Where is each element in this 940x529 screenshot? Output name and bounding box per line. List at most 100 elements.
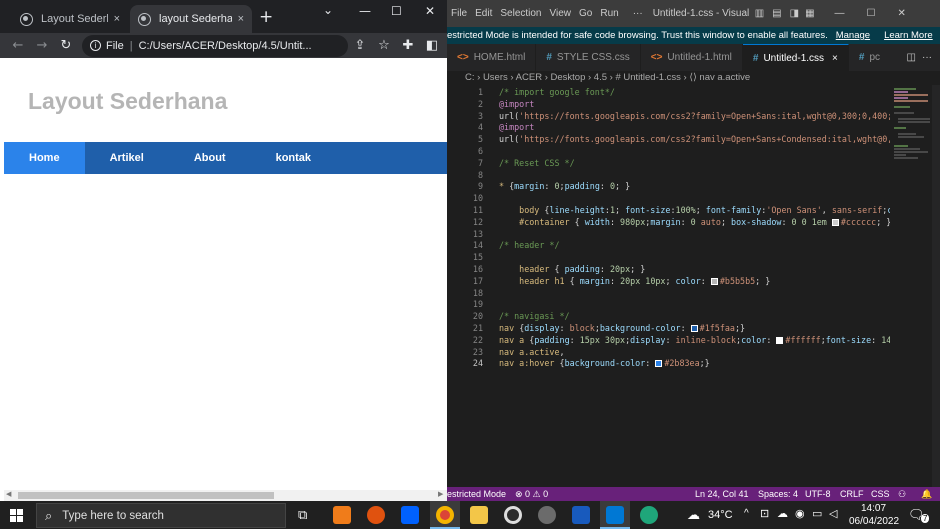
code-line[interactable]: 15 [447,252,892,264]
site-info-icon[interactable]: i [90,40,101,51]
menu-file[interactable]: File [451,8,467,19]
reload-button[interactable]: ↻ [54,38,78,53]
tab-search-icon[interactable]: ⌄ [323,3,333,17]
address-bar[interactable]: i File | C:/Users/ACER/Desktop/4.5/Untit… [82,34,348,57]
task-view-icon[interactable]: ⧉ [298,507,307,523]
horizontal-scrollbar[interactable]: ◀ ▶ [4,490,447,501]
code-line[interactable]: 3 url('https://fonts.googleapis.com/css2?… [447,111,902,123]
problems-indicator[interactable]: ⊗ 0 ⚠ 0 [515,487,548,501]
editor-tab-untitled-html[interactable]: <> Untitled-1.html [641,44,743,71]
share-icon[interactable]: ⇪ [348,38,372,53]
clock-date[interactable]: 06/04/2022 [849,516,899,527]
code-line[interactable]: 24 nav a:hover {background-color: #2b83ea… [447,358,892,370]
weather-temperature[interactable]: 34°C [708,509,733,521]
tray-app-icon[interactable]: ⊡ [760,507,769,520]
code-line[interactable]: 4 @import [447,122,892,134]
word-icon[interactable] [572,506,590,524]
editor-tab-pc[interactable]: # pc [849,44,890,71]
clock-time[interactable]: 14:07 [861,503,886,514]
code-text[interactable]: /* Reset CSS */ [499,158,575,170]
weather-cloud-icon[interactable]: ☁ [687,507,700,523]
split-editor-icon[interactable]: ◫ [907,44,916,71]
tab-close-icon[interactable]: × [114,13,120,25]
chrome-tab-1[interactable]: Layout Sederhana × [12,5,128,33]
code-text[interactable]: header { padding: 20px; } [499,264,645,276]
code-text[interactable]: /* header */ [499,240,560,252]
minimize-button[interactable]: — [359,4,371,18]
vscode-icon[interactable] [606,506,624,524]
encoding-indicator[interactable]: UTF-8 [805,487,831,501]
language-mode[interactable]: CSS [871,487,890,501]
menu-more[interactable]: ··· [633,8,643,19]
menu-view[interactable]: View [550,8,572,19]
volume-icon[interactable]: ◁ [829,507,837,520]
code-text[interactable]: @import [499,99,534,111]
code-line[interactable]: 2 @import [447,99,892,111]
maximize-button[interactable]: ☐ [391,4,402,18]
code-line[interactable]: 12 #container { width: 980px;margin: 0 a… [447,217,892,229]
indentation-indicator[interactable]: Spaces: 4 [758,487,798,501]
editor-tab-home-html[interactable]: <> HOME.html [447,44,537,71]
code-text[interactable]: header h1 { margin: 20px 10px; color: #b… [499,276,770,288]
nav-link-artikel[interactable]: Artikel [85,142,169,174]
code-line[interactable]: 5 url('https://fonts.googleapis.com/css2?… [447,134,902,146]
manage-link[interactable]: Manage [836,30,870,41]
nav-link-home[interactable]: Home [4,142,85,174]
code-line[interactable]: 8 [447,170,892,182]
editor-tab-untitled-css[interactable]: # Untitled-1.css × [742,44,849,71]
menu-run[interactable]: Run [600,8,618,19]
breadcrumb[interactable]: C: › Users › ACER › Desktop › 4.5 › # Un… [447,71,940,85]
code-line[interactable]: 11 body {line-height:1; font-size:100%; … [447,205,903,217]
extensions-puzzle-icon[interactable]: ✚ [396,38,420,53]
bookmark-star-icon[interactable]: ☆ [372,38,396,53]
code-line[interactable]: 13 [447,229,892,241]
code-text[interactable]: nav a {padding: 15px 30px;display: inlin… [499,335,901,347]
back-button[interactable]: ← [6,38,30,53]
feedback-icon[interactable]: ⚇ [898,487,906,501]
code-line[interactable]: 18 [447,288,892,300]
battery-icon[interactable]: ▭ [812,507,822,520]
code-text[interactable]: /* navigasi */ [499,311,570,323]
code-text[interactable]: url('https://fonts.googleapis.com/css2?f… [499,111,902,123]
code-text[interactable]: url('https://fonts.googleapis.com/css2?f… [499,134,902,146]
more-actions-icon[interactable]: ··· [922,44,932,71]
tray-overflow-icon[interactable]: ^ [744,508,749,519]
editor-tab-style-css[interactable]: # STYLE CSS.css [536,44,641,71]
notifications-bell-icon[interactable]: 🔔 [921,487,932,501]
code-line[interactable]: 7 /* Reset CSS */ [447,158,892,170]
nav-link-about[interactable]: About [169,142,251,174]
menu-edit[interactable]: Edit [475,8,492,19]
code-text[interactable]: nav a:hover {background-color: #2b83ea;} [499,358,710,370]
chrome-icon[interactable] [436,506,454,524]
code-line[interactable]: 9 * {margin: 0;padding: 0; } [447,181,892,193]
scroll-left-icon[interactable]: ◀ [6,490,11,498]
close-button[interactable]: ✕ [425,4,435,18]
obs-icon[interactable] [504,506,522,524]
code-line[interactable]: 21 nav {display: block;background-color: … [447,323,892,335]
layout-secondary-icon[interactable]: ◨ [790,8,799,19]
layout-sidebar-icon[interactable]: ▥ [755,8,764,19]
close-button[interactable]: ✕ [897,8,905,19]
minimap[interactable] [890,85,932,487]
minimize-button[interactable]: — [835,8,845,19]
menu-go[interactable]: Go [579,8,592,19]
new-tab-button[interactable]: + [259,7,273,27]
code-line[interactable]: 19 [447,299,892,311]
code-line[interactable]: 14 /* header */ [447,240,892,252]
code-text[interactable]: nav a.active, [499,347,565,359]
network-icon[interactable]: ◉ [795,507,805,520]
maximize-button[interactable]: ☐ [867,8,876,19]
code-text[interactable]: /* import google font*/ [499,87,615,99]
code-line[interactable]: 23 nav a.active, [447,347,892,359]
menu-selection[interactable]: Selection [500,8,541,19]
onedrive-icon[interactable]: ☁ [777,507,788,520]
paint-icon[interactable] [538,506,556,524]
code-text[interactable]: body {line-height:1; font-size:100%; fon… [499,205,902,217]
eol-indicator[interactable]: CRLF [840,487,864,501]
xampp-icon[interactable] [333,506,351,524]
learn-more-link[interactable]: Learn More [884,30,933,41]
code-editor[interactable]: 1 /* import google font*/ 2 @import 3 url('ht… [447,85,903,487]
code-line[interactable]: 17 header h1 { margin: 20px 10px; color:… [447,276,892,288]
nav-link-kontak[interactable]: kontak [251,142,336,174]
restricted-mode-indicator[interactable]: estricted Mode [447,487,506,501]
